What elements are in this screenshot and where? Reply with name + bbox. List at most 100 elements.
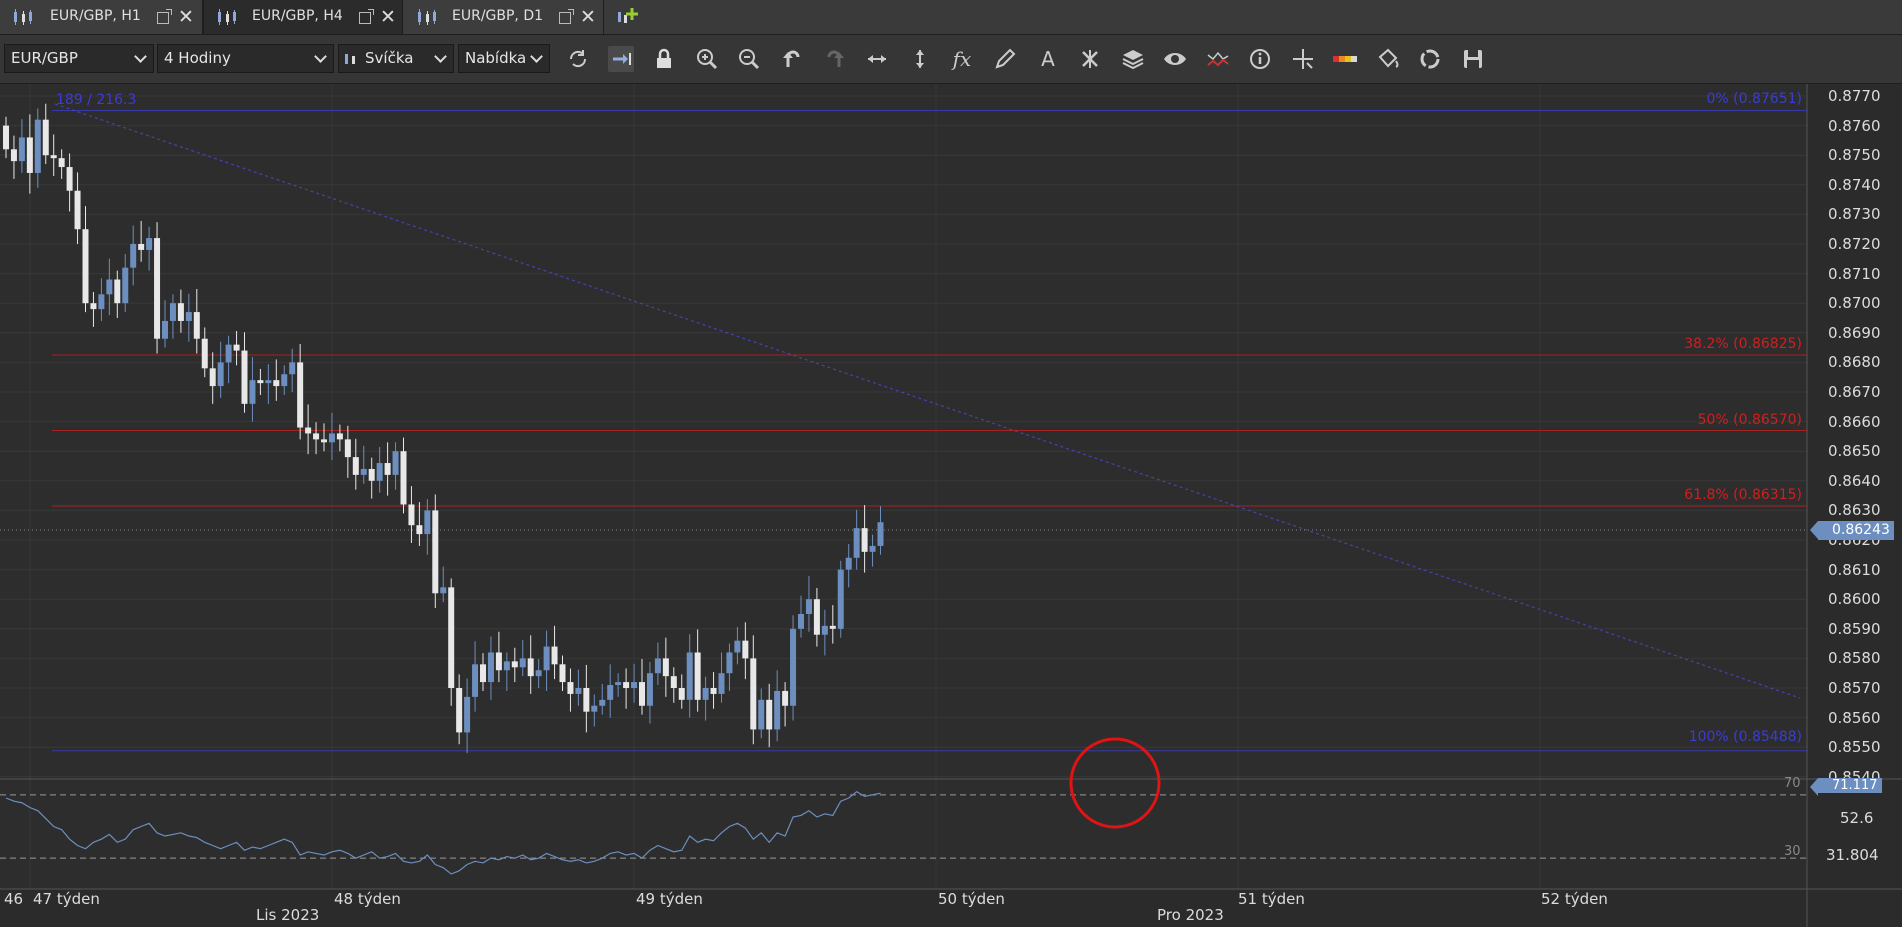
paint-bucket-icon[interactable]	[1375, 46, 1401, 72]
candle-body	[829, 625, 836, 629]
candle-body	[130, 244, 137, 268]
price-chart[interactable]	[0, 84, 1902, 927]
candle-body	[750, 658, 757, 730]
candle-body	[527, 658, 534, 677]
rsi-value-tag: 71.117	[1810, 778, 1882, 796]
candle-body	[782, 690, 789, 706]
candle-body	[535, 670, 542, 677]
zoom-out-icon[interactable]	[736, 46, 762, 72]
fib-level-0: 0% (0.87651)	[1706, 91, 1802, 107]
redo-icon[interactable]	[822, 46, 848, 72]
zoom-in-icon[interactable]	[694, 46, 720, 72]
candle-body	[623, 682, 630, 688]
candle-body	[408, 504, 415, 526]
period-select[interactable]: 4 Hodiny	[157, 44, 334, 73]
eye-icon[interactable]	[1162, 46, 1188, 72]
candle-body	[400, 451, 407, 505]
candle-body	[10, 149, 17, 162]
candle-body	[313, 433, 320, 440]
candle-body	[790, 628, 797, 706]
add-chart-icon[interactable]	[616, 7, 638, 27]
candle-body	[631, 682, 638, 688]
fib-level-61: 61.8% (0.86315)	[1684, 487, 1802, 503]
refresh-icon[interactable]	[565, 46, 591, 72]
candle-body	[3, 125, 9, 150]
candle-body	[217, 362, 224, 387]
info-icon[interactable]	[1247, 46, 1273, 72]
candle-body	[336, 433, 343, 440]
vertical-scale-icon[interactable]	[907, 46, 933, 72]
pattern-icon[interactable]	[1205, 46, 1231, 72]
x-axis-label: 49 týden	[636, 890, 703, 908]
indicators-icon[interactable]: fx	[949, 46, 975, 72]
popout-icon[interactable]	[359, 9, 374, 24]
candle-body	[297, 362, 304, 428]
candle-body	[670, 676, 677, 688]
lock-icon[interactable]	[651, 46, 677, 72]
close-icon[interactable]: ✕	[178, 6, 194, 28]
x-axis-label: 52 týden	[1541, 890, 1608, 908]
layers-icon[interactable]	[1120, 46, 1146, 72]
shift-chart-icon[interactable]	[608, 46, 634, 72]
current-price-tag: 0.86243	[1810, 521, 1894, 540]
rsi-ylabel: 31.804	[1826, 846, 1879, 864]
text-icon[interactable]: A	[1035, 46, 1061, 72]
price-axis-label: 0.8700	[1828, 294, 1881, 313]
candle-body	[321, 439, 327, 443]
candle-body	[74, 190, 81, 230]
close-icon[interactable]: ✕	[580, 6, 596, 28]
candle-body	[472, 664, 479, 697]
chevron-down-icon	[530, 50, 543, 63]
candle-body	[511, 661, 518, 668]
candle-body	[241, 350, 248, 404]
candle-chart-icon	[14, 9, 32, 25]
candle-body	[869, 545, 876, 552]
crosshair-icon[interactable]	[1290, 46, 1316, 72]
candle-body	[328, 433, 335, 443]
popout-icon[interactable]	[559, 9, 574, 24]
candle-body	[805, 599, 812, 614]
candle-body	[98, 294, 105, 310]
candle-body	[273, 380, 280, 387]
candle-body	[591, 705, 598, 712]
month-label: Lis 2023	[256, 906, 320, 924]
candle-body	[368, 468, 375, 481]
price-axis-label: 0.8720	[1828, 235, 1881, 253]
recycle-icon[interactable]	[1417, 46, 1443, 72]
cross-icon[interactable]	[1077, 46, 1103, 72]
candle-body	[599, 699, 606, 706]
candle-body	[50, 155, 57, 159]
candle-body	[639, 682, 645, 706]
candle-body	[225, 344, 232, 363]
candle-body	[106, 279, 113, 295]
candle-body	[861, 528, 868, 552]
price-axis-label: 0.8760	[1828, 116, 1881, 135]
theme-icon[interactable]	[1332, 46, 1358, 72]
chart-type-select[interactable]: Svíčka	[338, 44, 454, 73]
price-axis-label: 0.8600	[1828, 590, 1881, 609]
chart-area[interactable]: 189 / 216.3 0% (0.87651) 38.2% (0.86825)…	[0, 84, 1902, 927]
candle-body	[122, 267, 129, 304]
candle-body	[66, 167, 73, 191]
tab-eurgbp-h4[interactable]: EUR/GBP, H4 ✕	[203, 0, 403, 34]
save-icon[interactable]	[1460, 46, 1486, 72]
candle-chart-icon	[218, 9, 236, 25]
popout-icon[interactable]	[157, 9, 172, 24]
close-icon[interactable]: ✕	[380, 6, 396, 28]
candle-body	[694, 652, 701, 700]
candle-body	[185, 312, 192, 321]
price-axis-label: 0.8650	[1828, 442, 1881, 461]
offer-side-select[interactable]: Nabídka	[458, 44, 550, 73]
undo-icon[interactable]	[779, 46, 805, 72]
price-axis-label: 0.8570	[1828, 679, 1881, 697]
candle-body	[281, 374, 288, 387]
candle-body	[352, 457, 359, 475]
instrument-select[interactable]: EUR/GBP	[4, 44, 154, 73]
candle-body	[456, 688, 463, 733]
tab-eurgbp-h1[interactable]: EUR/GBP, H1 ✕	[0, 0, 203, 34]
horizontal-scale-icon[interactable]	[864, 46, 890, 72]
candle-body	[503, 661, 510, 671]
tab-eurgbp-d1[interactable]: EUR/GBP, D1 ✕	[404, 0, 604, 34]
pencil-icon[interactable]	[992, 46, 1018, 72]
candle-body	[734, 640, 741, 653]
